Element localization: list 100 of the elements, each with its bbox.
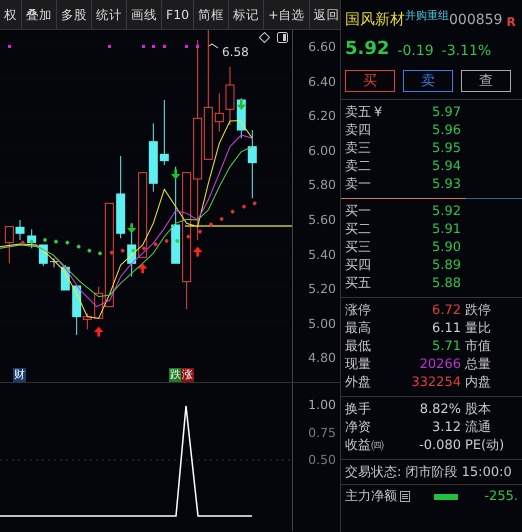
star-marker [86,248,92,254]
candle [16,219,24,240]
toolbar-button[interactable]: 统计 [92,0,127,29]
candle [27,228,36,249]
axis-label: 5.40 [307,246,337,264]
trading-status: 交易状态: 闭市阶段 15:00:0 [344,464,513,482]
axis-label: 4.80 [307,349,337,368]
toolbar-button[interactable]: 权 [0,0,22,29]
order-price: 5.88 [431,274,461,292]
axis-label: 5.60 [307,210,337,229]
candle [160,100,169,166]
star-marker [109,250,114,256]
chart-tag: 跌 [169,368,182,382]
star-marker [252,200,258,206]
currency-mark: ¥ [374,104,382,120]
main-force-label: 主力净额 [345,488,397,506]
stat-label: 市值 [464,338,491,356]
axis-label: 6.40 [307,72,337,91]
flag-label: R [506,14,516,30]
up-arrow-icon [192,246,202,257]
star-marker [76,244,82,250]
stat-value: 8.82% [418,400,461,418]
candle [50,258,58,268]
last-price: 5.92 [345,36,390,60]
order-price: 5.95 [431,140,461,158]
stat-label: 内盘 [464,374,491,392]
stat-value: 6.72 [431,302,461,320]
star-marker [64,240,70,246]
up-arrow-icon [138,263,148,274]
candle [4,226,14,264]
order-level-label: 卖三 [345,140,371,156]
star-marker [174,238,180,244]
star-marker [98,250,102,256]
stat-label: 换手 [345,400,372,418]
stock-name: 国风新材 [345,9,405,30]
order-level-label: 卖二 [345,158,371,174]
list-icon[interactable] [400,491,410,502]
toolbar-button[interactable]: +自选 [264,0,310,29]
toolbar-button[interactable]: 简框 [194,0,230,29]
toolbar-button[interactable]: 返回 [310,0,340,29]
stat-label: 现量 [345,356,372,374]
order-level-label: 买三 [345,240,371,254]
query-button[interactable]: 查 [461,70,511,92]
chart-tag: 财 [13,368,26,382]
order-level-label: 卖五 [345,104,371,120]
stat-label: 流通 [464,418,491,436]
up-arrow-icon [94,326,104,337]
axis-label: 5.20 [307,280,337,298]
stat-label: 收益㈣ [345,436,385,454]
stat-value: 3.12 [431,418,461,436]
price-change: -0.19 [397,42,434,60]
stat-value: 5.71 [431,338,461,356]
star-marker [120,248,126,254]
axis-label: 0.50 [307,451,337,469]
candle [248,130,257,199]
star-marker [230,209,236,214]
axis-label: 0.75 [307,424,337,442]
axis-label: 6.00 [307,142,337,160]
toolbar-button[interactable]: 画线 [127,0,162,29]
percent-change: -3.11% [442,42,492,60]
axis-label: 5.80 [307,176,337,194]
order-price: 5.92 [431,202,461,220]
down-arrow-icon [236,100,246,110]
order-level-label: 卖一 [345,176,371,192]
star-marker [241,204,246,210]
buy-button[interactable]: 买 [345,70,395,92]
sell-button[interactable]: 卖 [403,70,453,92]
stat-label: 总量 [464,356,491,374]
order-price: 5.97 [431,104,461,122]
stat-label: 最低 [345,338,372,356]
stat-value: -0.080 [418,436,461,454]
toolbar-button[interactable]: 多股 [57,0,92,29]
diamond-icon[interactable] [259,32,270,43]
panel-icon[interactable] [277,32,288,43]
stat-label: PE(动) [464,436,504,454]
stat-label: 股本 [464,400,491,418]
star-marker [42,237,48,242]
axis-label: 6.60 [307,38,337,56]
order-level-label: 买五 [345,276,371,290]
stat-value: 6.11 [431,320,461,338]
toolbar-button[interactable]: F10 [162,0,194,29]
order-price: 5.96 [431,122,461,140]
star-marker [197,229,202,234]
price-marker-label: 6.58 [222,44,249,61]
star-marker [54,239,58,244]
net-flow-value: -255. [484,488,518,506]
toolbar-button[interactable]: 标记 [229,0,264,29]
axis-label: 6.20 [307,107,337,126]
candle [148,122,158,192]
axis-label: 5.00 [307,314,337,333]
stat-label: 跌停 [464,302,491,320]
stock-code: 000859 [449,10,502,30]
net-flow-bar [434,494,458,500]
order-price: 5.89 [431,256,461,274]
star-marker [141,246,146,251]
stat-label: 涨停 [345,302,372,320]
star-marker [130,248,136,254]
axis-label: 1.00 [307,396,337,414]
star-marker [20,240,26,246]
toolbar-button[interactable]: 叠加 [22,0,57,29]
